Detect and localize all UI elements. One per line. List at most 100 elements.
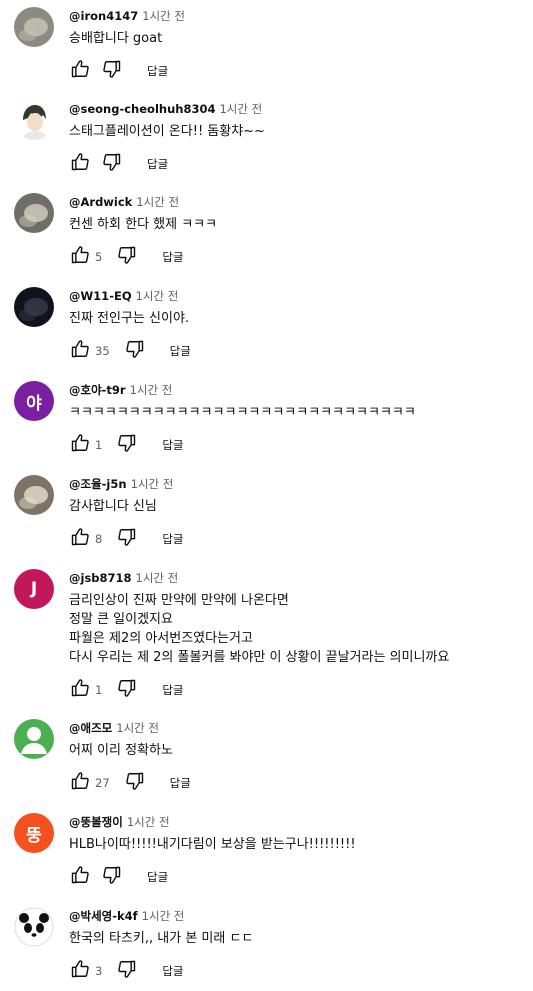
photo-avatar-icon[interactable]	[14, 475, 54, 515]
like-button[interactable]	[69, 153, 91, 174]
like-button[interactable]	[69, 339, 91, 363]
thumbs-down-icon	[125, 339, 145, 363]
photo-avatar-icon[interactable]	[14, 7, 54, 47]
avatar[interactable]: 뚱	[14, 813, 54, 853]
dislike-button[interactable]	[116, 678, 138, 702]
like-count: 1	[95, 683, 103, 697]
comment-text: 승배합니다 goat	[69, 29, 162, 48]
thumbs-up-icon	[70, 678, 90, 702]
like-button[interactable]	[69, 245, 91, 269]
thumbs-down-icon	[102, 865, 122, 889]
like-button[interactable]	[69, 433, 91, 457]
comment-header: @호야-t9r 1시간 전	[69, 383, 172, 397]
like-button[interactable]	[69, 678, 91, 702]
comment-text: 컨센 하회 한다 했제 ㅋㅋㅋ	[69, 215, 217, 234]
comment-time[interactable]: 1시간 전	[130, 383, 173, 397]
dislike-button[interactable]	[101, 865, 123, 889]
comment-time[interactable]: 1시간 전	[136, 571, 179, 585]
comment-author[interactable]: @조율-j5n	[69, 477, 127, 491]
comment-text-line: 다시 우리는 제 2의 폴볼커를 봐야만 이 상황이 끝날거라는 의미니까요	[69, 650, 450, 665]
like-button[interactable]	[69, 772, 91, 793]
dislike-button[interactable]	[116, 433, 138, 457]
comment-author[interactable]: @iron4147	[69, 9, 138, 23]
reply-button[interactable]: 답글	[170, 775, 191, 791]
like-count: 8	[95, 532, 103, 546]
dislike-button[interactable]	[116, 246, 138, 267]
thumbs-up-icon	[70, 339, 90, 363]
reply-button[interactable]: 답글	[147, 869, 168, 885]
reply-button[interactable]: 답글	[147, 63, 168, 79]
avatar[interactable]: 야	[14, 381, 54, 421]
thumbs-up-icon	[70, 959, 90, 983]
comment-time[interactable]: 1시간 전	[142, 9, 185, 23]
comment-author[interactable]: @애즈모	[69, 721, 112, 735]
reply-button[interactable]: 답글	[162, 682, 183, 698]
thumbs-down-icon	[125, 771, 145, 795]
comment-text-line: 진짜 전인구는 신이야.	[69, 311, 190, 326]
avatar-letter: 야	[26, 393, 42, 414]
avatar[interactable]: J	[14, 569, 54, 609]
reply-button[interactable]: 답글	[162, 437, 183, 453]
dislike-button[interactable]	[116, 527, 138, 551]
like-button[interactable]	[69, 866, 91, 887]
comment-author[interactable]: @jsb8718	[69, 571, 132, 585]
comment-author[interactable]: @Ardwick	[69, 195, 132, 209]
comment-time[interactable]: 1시간 전	[136, 195, 179, 209]
thumbs-down-icon	[117, 527, 137, 551]
comment-text-line: 어찌 이리 정확하노	[69, 743, 173, 758]
comment-text-line: 컨센 하회 한다 했제 ㅋㅋㅋ	[69, 217, 218, 232]
default-avatar-icon[interactable]	[14, 719, 54, 759]
reply-button[interactable]: 답글	[147, 156, 168, 172]
comment-text-line: 정말 큰 일이겠지요	[69, 612, 173, 627]
comment-author[interactable]: @호야-t9r	[69, 383, 126, 397]
comment-header: @애즈모 1시간 전	[69, 721, 159, 735]
comment-author[interactable]: @seong-cheolhuh8304	[69, 102, 215, 116]
avatar-letter: J	[30, 579, 38, 599]
comment-text: 금리인상이 진짜 만약에 만약에 나온다면 정말 큰 일이겠지요 파월은 제2의 아…	[69, 591, 449, 667]
reply-button[interactable]: 답글	[162, 531, 183, 547]
comment-actions: 답글	[69, 153, 168, 174]
dislike-button[interactable]	[124, 339, 146, 363]
dislike-button[interactable]	[101, 60, 123, 81]
character-avatar-icon[interactable]	[14, 100, 54, 140]
comment-text: 어찌 이리 정확하노	[69, 741, 173, 760]
comment-author[interactable]: @뚱볼쟁이	[69, 815, 123, 829]
comment-text: ㅋㅋㅋㅋㅋㅋㅋㅋㅋㅋㅋㅋㅋㅋㅋㅋㅋㅋㅋㅋㅋㅋㅋㅋㅋㅋㅋㅋㅋ	[69, 403, 416, 422]
thumbs-down-icon	[117, 959, 137, 983]
comment-time[interactable]: 1시간 전	[131, 477, 174, 491]
thumbs-down-icon	[117, 433, 137, 457]
thumbs-up-icon	[70, 59, 90, 83]
comment-time[interactable]: 1시간 전	[219, 102, 262, 116]
reply-button[interactable]: 답글	[162, 249, 183, 265]
comment-text: 진짜 전인구는 신이야.	[69, 309, 189, 328]
reply-button[interactable]: 답글	[170, 343, 191, 359]
reply-button[interactable]: 답글	[162, 963, 183, 979]
photo-avatar-icon[interactable]	[14, 193, 54, 233]
comment-text-line: 한국의 타츠키,, 내가 본 미래 ㄷㄷ	[69, 931, 254, 946]
photo-avatar-icon[interactable]	[14, 287, 54, 327]
comment-author[interactable]: @W11-EQ	[69, 289, 132, 303]
comment-header: @조율-j5n 1시간 전	[69, 477, 173, 491]
like-button[interactable]	[69, 59, 91, 83]
comment-time[interactable]: 1시간 전	[136, 289, 179, 303]
like-button[interactable]	[69, 959, 91, 983]
dislike-button[interactable]	[101, 153, 123, 174]
comment-actions: 답글	[69, 59, 168, 83]
like-button[interactable]	[69, 528, 91, 549]
comment-time[interactable]: 1시간 전	[142, 909, 185, 923]
thumbs-up-icon	[70, 245, 90, 269]
thumbs-down-icon	[117, 678, 137, 702]
comment-text-line: 스태그플레이션이 온다!! 돔황챠~~	[69, 124, 265, 139]
comment-actions: 1 답글	[69, 433, 184, 457]
comment-author[interactable]: @박세영-k4f	[69, 909, 138, 923]
thumbs-up-icon	[70, 433, 90, 457]
panda-avatar-icon[interactable]	[14, 907, 54, 947]
dislike-button[interactable]	[116, 959, 138, 983]
comment-text-line: 감사합니다 신님	[69, 499, 157, 514]
comment-actions: 27 답글	[69, 771, 191, 795]
comment-text-line: ㅋㅋㅋㅋㅋㅋㅋㅋㅋㅋㅋㅋㅋㅋㅋㅋㅋㅋㅋㅋㅋㅋㅋㅋㅋㅋㅋㅋㅋ	[69, 405, 416, 420]
comment-time[interactable]: 1시간 전	[116, 721, 159, 735]
comment-actions: 답글	[69, 865, 168, 889]
dislike-button[interactable]	[124, 771, 146, 795]
comment-time[interactable]: 1시간 전	[127, 815, 170, 829]
